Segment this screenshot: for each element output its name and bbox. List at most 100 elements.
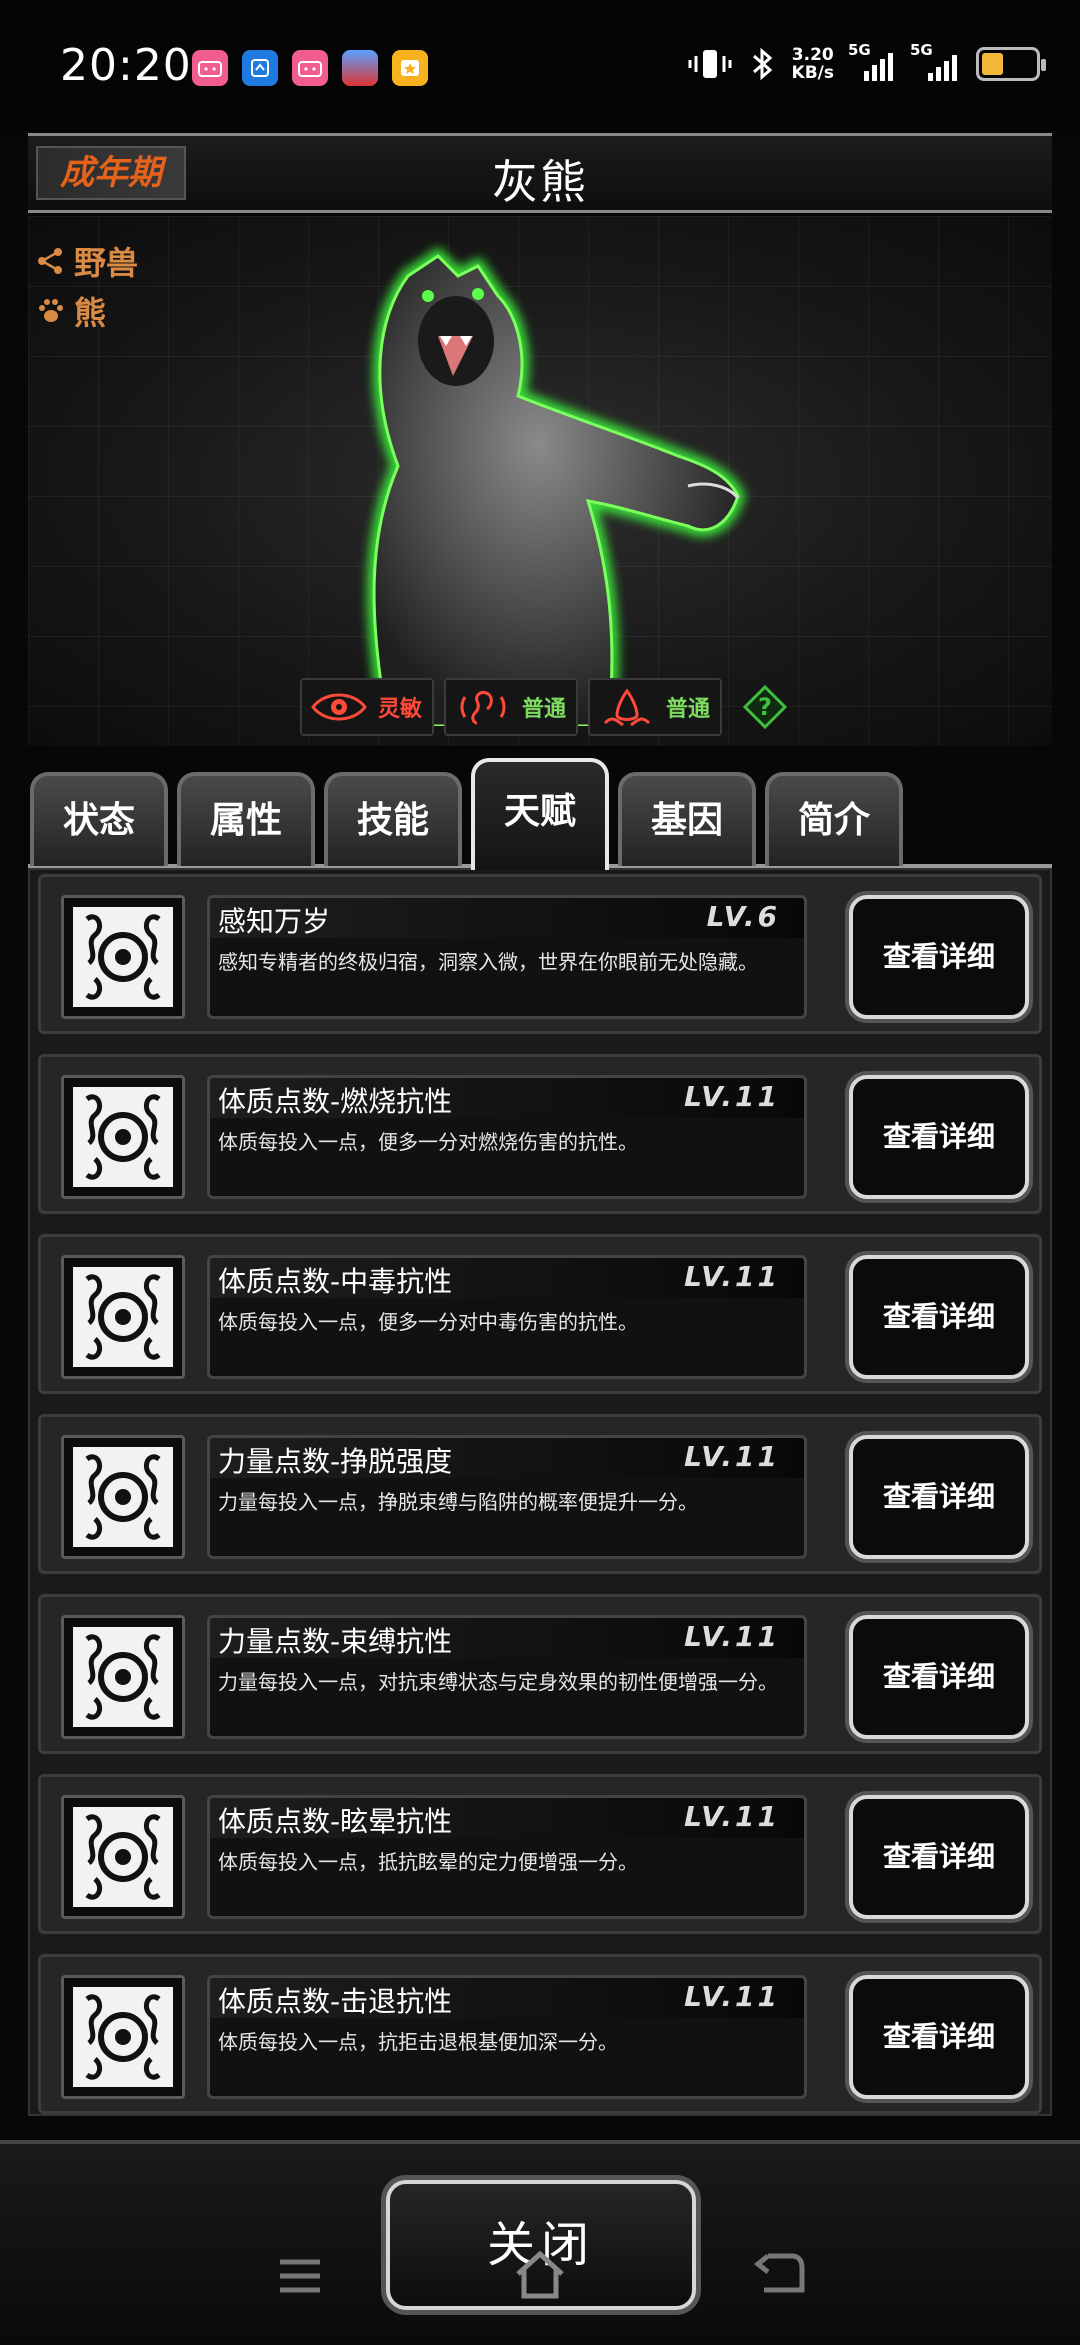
network-speed-value: 3.20 xyxy=(791,45,834,65)
signal-label: 5G xyxy=(910,41,933,59)
status-time: 20:20 xyxy=(60,40,192,91)
talent-titlebar: 力量点数-束缚抗性 LV.11 xyxy=(210,1618,804,1658)
footer-bar: 关闭 xyxy=(0,2140,1080,2345)
hearing-value: 普通 xyxy=(522,697,567,722)
star-icon xyxy=(392,50,428,86)
category-tag: 野兽 xyxy=(36,238,138,284)
game-icon xyxy=(342,50,378,86)
bear-illustration xyxy=(367,246,746,726)
nose-icon xyxy=(596,685,658,729)
tab-status[interactable]: 状态 xyxy=(30,772,168,866)
tab-talents[interactable]: 天赋 xyxy=(471,758,609,870)
tab-attributes[interactable]: 属性 xyxy=(177,772,315,866)
battery-icon xyxy=(976,47,1046,81)
view-details-button[interactable]: 查看详细 xyxy=(849,1255,1029,1379)
talent-card: 力量点数-束缚抗性 LV.11 力量每投入一点，对抗束缚状态与定身效果的韧性便增… xyxy=(207,1615,807,1739)
sight-trait[interactable]: 灵敏 xyxy=(300,678,435,736)
talent-level: LV.11 xyxy=(684,1800,780,1833)
talent-rune-icon xyxy=(61,1615,185,1739)
sense-traits: 灵敏 普通 普通 ? xyxy=(300,678,788,736)
talent-row: 体质点数-眩晕抗性 LV.11 体质每投入一点，抵抗眩晕的定力便增强一分。 查看… xyxy=(38,1774,1042,1934)
talent-rune-icon xyxy=(61,1255,185,1379)
talent-list[interactable]: 感知万岁 LV.6 感知专精者的终极归宿，洞察入微，世界在你眼前无处隐藏。 查看… xyxy=(28,868,1052,2116)
home-icon[interactable] xyxy=(510,2244,570,2304)
talent-description: 力量每投入一点，对抗束缚状态与定身效果的韧性便增强一分。 xyxy=(218,1670,778,1694)
talent-row: 体质点数-击退抗性 LV.11 体质每投入一点，抗拒击退根基便加深一分。 查看详… xyxy=(38,1954,1042,2114)
talent-description: 体质每投入一点，便多一分对中毒伤害的抗性。 xyxy=(218,1310,638,1334)
view-details-button[interactable]: 查看详细 xyxy=(849,1795,1029,1919)
status-indicators: 3.20 KB/s 5G 5G xyxy=(686,41,1046,82)
bluetooth-icon xyxy=(752,47,772,81)
talent-titlebar: 体质点数-眩晕抗性 LV.11 xyxy=(210,1798,804,1838)
signal-icon: 5G xyxy=(910,41,962,81)
help-icon[interactable]: ? xyxy=(742,684,788,730)
talent-titlebar: 体质点数-燃烧抗性 LV.11 xyxy=(210,1078,804,1118)
creature-portrait-area: 野兽 熊 xyxy=(28,216,1052,746)
view-details-button[interactable]: 查看详细 xyxy=(849,1615,1029,1739)
talent-rune-icon xyxy=(61,1435,185,1559)
talent-title: 力量点数-挣脱强度 xyxy=(218,1445,453,1478)
family-tag: 熊 xyxy=(36,288,106,334)
talent-title: 力量点数-束缚抗性 xyxy=(218,1625,453,1658)
ear-icon xyxy=(452,685,514,729)
signal-icon: 5G xyxy=(848,41,896,81)
svg-text:?: ? xyxy=(758,693,772,721)
smell-trait[interactable]: 普通 xyxy=(588,678,723,736)
talent-card: 体质点数-击退抗性 LV.11 体质每投入一点，抗拒击退根基便加深一分。 xyxy=(207,1975,807,2099)
family-tag-label: 熊 xyxy=(74,294,107,332)
smell-value: 普通 xyxy=(666,697,711,722)
talent-description: 体质每投入一点，便多一分对燃烧伤害的抗性。 xyxy=(218,1130,638,1154)
tab-genes[interactable]: 基因 xyxy=(618,772,756,866)
talent-title: 感知万岁 xyxy=(218,905,331,938)
paw-icon xyxy=(39,299,63,322)
tab-skills[interactable]: 技能 xyxy=(324,772,462,866)
bilibili-icon xyxy=(192,50,228,86)
detail-tabs: 状态 属性 技能 天赋 基因 简介 xyxy=(28,758,1052,870)
talent-row: 感知万岁 LV.6 感知专精者的终极归宿，洞察入微，世界在你眼前无处隐藏。 查看… xyxy=(38,874,1042,1034)
sight-value: 灵敏 xyxy=(378,697,423,722)
tab-intro[interactable]: 简介 xyxy=(765,772,903,866)
talent-description: 感知专精者的终极归宿，洞察入微，世界在你眼前无处隐藏。 xyxy=(218,950,758,974)
network-speed-unit: KB/s xyxy=(791,63,834,83)
menu-icon[interactable] xyxy=(276,2256,324,2296)
talent-row: 体质点数-中毒抗性 LV.11 体质每投入一点，便多一分对中毒伤害的抗性。 查看… xyxy=(38,1234,1042,1394)
bilibili-icon xyxy=(292,50,328,86)
back-icon[interactable] xyxy=(752,2248,806,2296)
talent-card: 力量点数-挣脱强度 LV.11 力量每投入一点，挣脱束缚与陷阱的概率便提升一分。 xyxy=(207,1435,807,1559)
talent-rune-icon xyxy=(61,1975,185,2099)
view-details-button[interactable]: 查看详细 xyxy=(849,1075,1029,1199)
talent-row: 体质点数-燃烧抗性 LV.11 体质每投入一点，便多一分对燃烧伤害的抗性。 查看… xyxy=(38,1054,1042,1214)
talent-title: 体质点数-击退抗性 xyxy=(218,1985,453,2018)
talent-level: LV.11 xyxy=(684,1980,780,2013)
talent-row: 力量点数-挣脱强度 LV.11 力量每投入一点，挣脱束缚与陷阱的概率便提升一分。… xyxy=(38,1414,1042,1574)
talent-title: 体质点数-燃烧抗性 xyxy=(218,1085,453,1118)
hearing-trait[interactable]: 普通 xyxy=(444,678,579,736)
network-speed: 3.20 KB/s xyxy=(792,46,834,82)
talent-title: 体质点数-中毒抗性 xyxy=(218,1265,453,1298)
talent-titlebar: 体质点数-击退抗性 LV.11 xyxy=(210,1978,804,2018)
view-details-button[interactable]: 查看详细 xyxy=(849,895,1029,1019)
status-bar: 20:20 3.20 KB/s 5G 5G xyxy=(0,0,1080,135)
view-details-button[interactable]: 查看详细 xyxy=(849,1975,1029,2099)
signal-label: 5G xyxy=(848,41,871,59)
view-details-button[interactable]: 查看详细 xyxy=(849,1435,1029,1559)
talent-card: 体质点数-眩晕抗性 LV.11 体质每投入一点，抵抗眩晕的定力便增强一分。 xyxy=(207,1795,807,1919)
talent-card: 体质点数-燃烧抗性 LV.11 体质每投入一点，便多一分对燃烧伤害的抗性。 xyxy=(207,1075,807,1199)
talent-level: LV.11 xyxy=(684,1080,780,1113)
talent-card: 体质点数-中毒抗性 LV.11 体质每投入一点，便多一分对中毒伤害的抗性。 xyxy=(207,1255,807,1379)
talent-description: 体质每投入一点，抵抗眩晕的定力便增强一分。 xyxy=(218,1850,638,1874)
talent-rune-icon xyxy=(61,1795,185,1919)
talent-description: 力量每投入一点，挣脱束缚与陷阱的概率便提升一分。 xyxy=(218,1490,698,1514)
talent-titlebar: 力量点数-挣脱强度 LV.11 xyxy=(210,1438,804,1478)
talent-titlebar: 体质点数-中毒抗性 LV.11 xyxy=(210,1258,804,1298)
battery-level xyxy=(982,53,1003,75)
app-icon xyxy=(242,50,278,86)
vibrate-icon xyxy=(688,50,732,78)
talent-rune-icon xyxy=(61,1075,185,1199)
talent-title: 体质点数-眩晕抗性 xyxy=(218,1805,453,1838)
talent-level: LV.6 xyxy=(706,900,780,933)
species-title: 灰熊 xyxy=(492,155,588,209)
talent-level: LV.11 xyxy=(684,1440,780,1473)
talent-level: LV.11 xyxy=(684,1620,780,1653)
talent-rune-icon xyxy=(61,895,185,1019)
